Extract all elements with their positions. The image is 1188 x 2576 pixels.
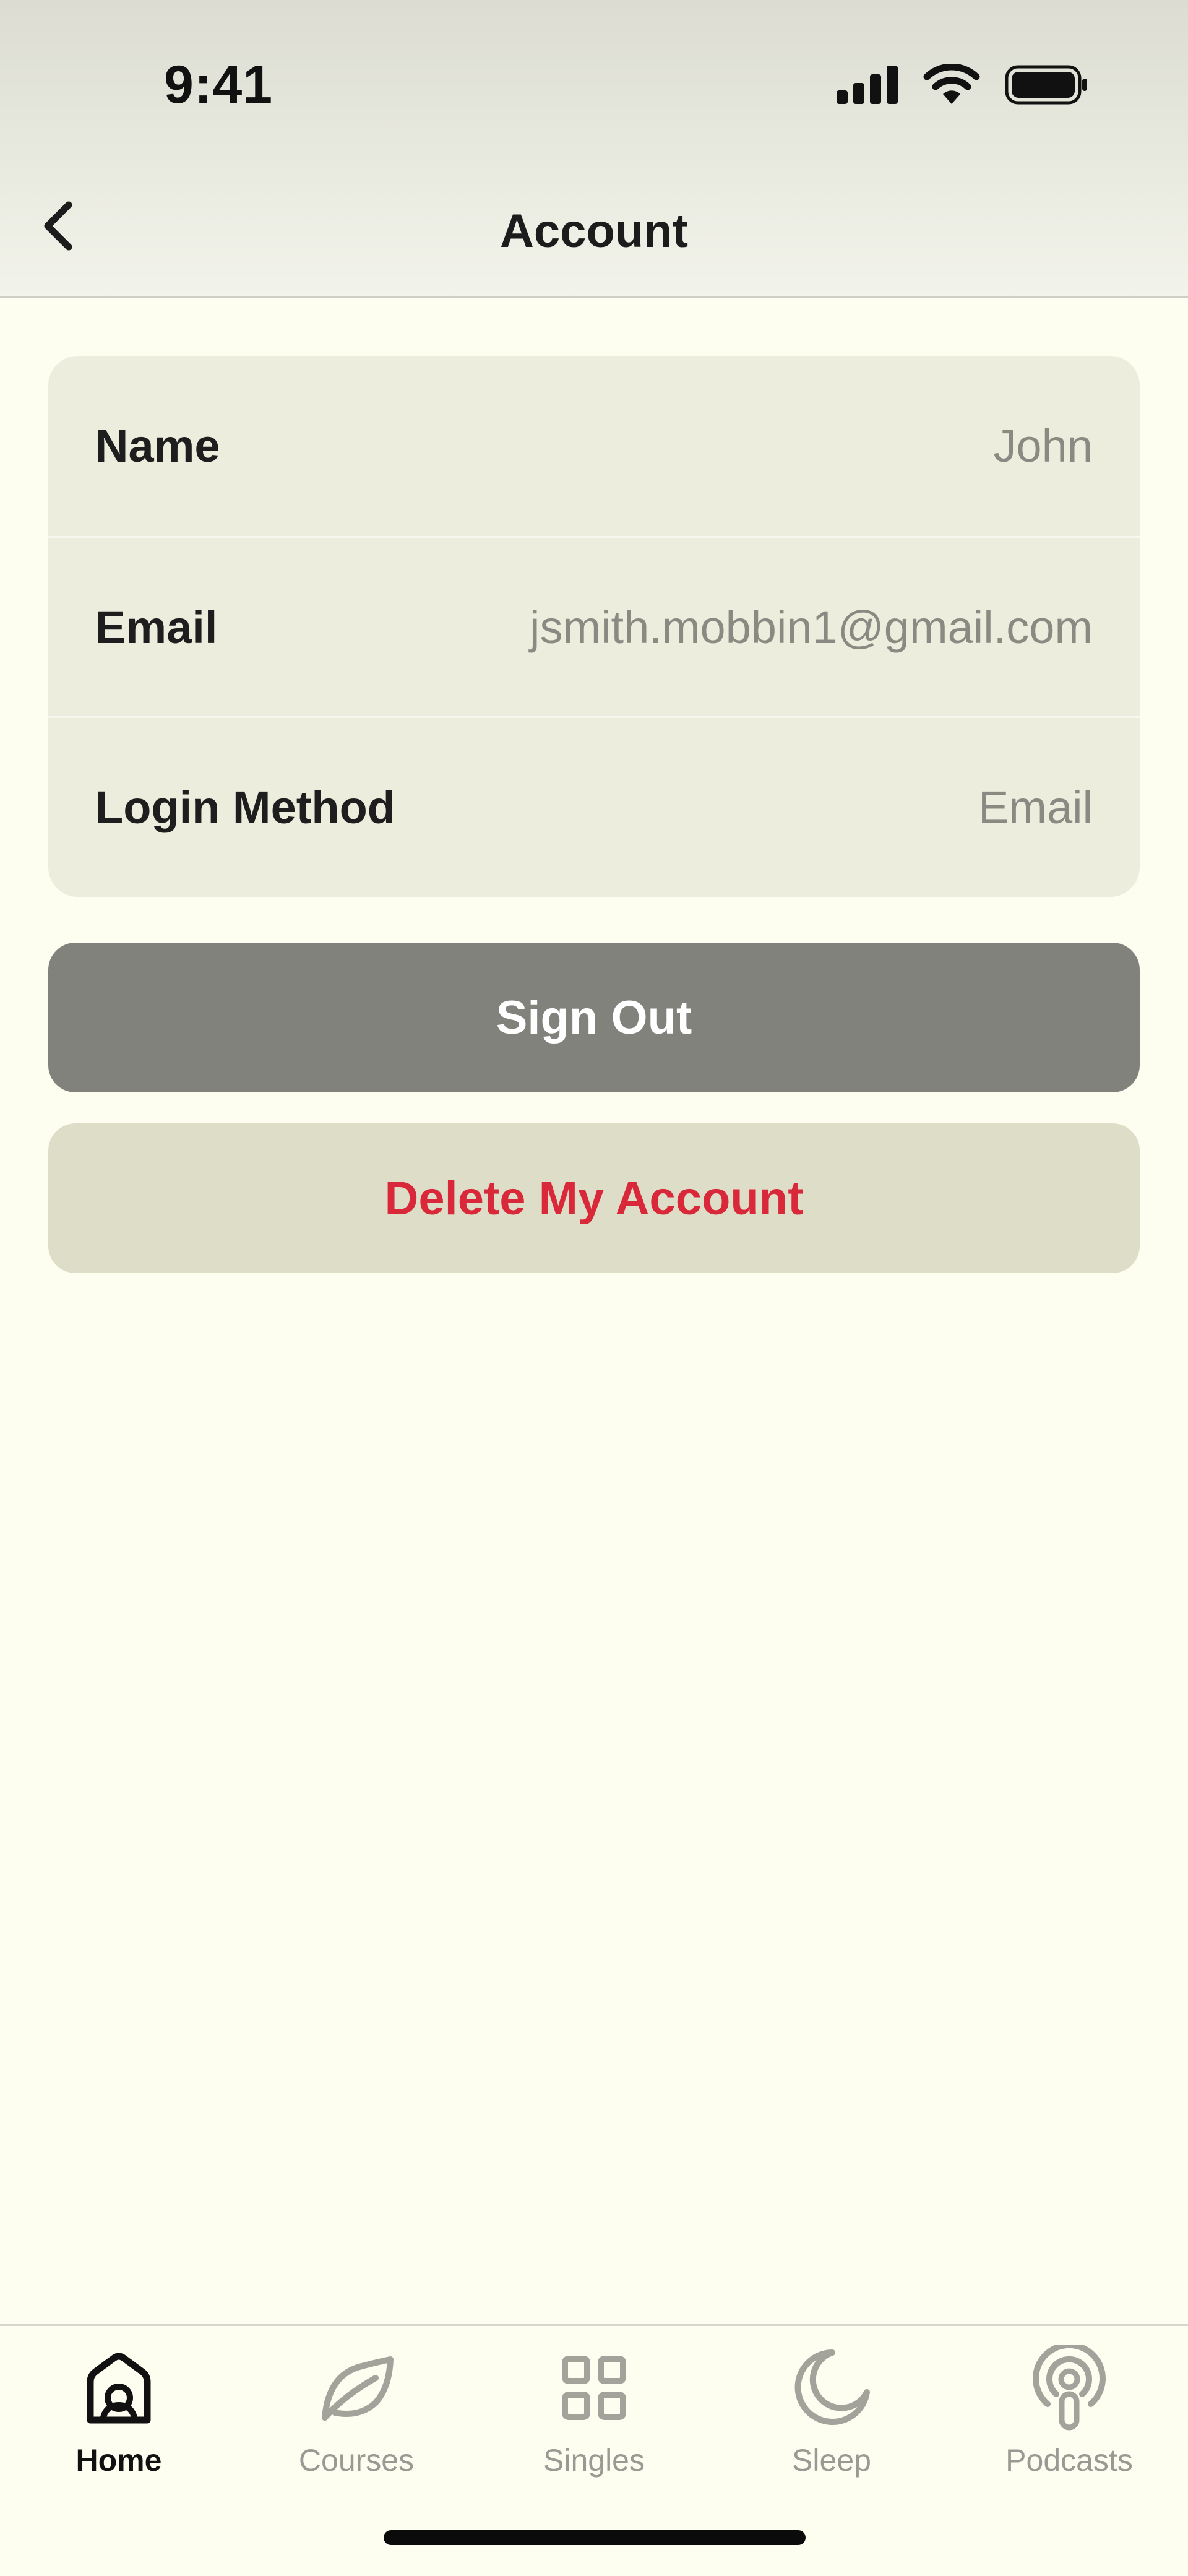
login-method-value: Email [978,781,1093,833]
tab-sleep-label: Sleep [792,2443,871,2478]
tab-sleep[interactable]: Sleep [713,2326,950,2487]
wifi-icon [923,64,980,104]
account-info-card: Name John Email jsmith.mobbin1@gmail.com… [48,356,1140,897]
delete-account-button[interactable]: Delete My Account [48,1123,1140,1273]
name-value: John [993,420,1093,472]
tab-home[interactable]: Home [0,2326,238,2487]
status-icons [837,64,1089,105]
email-value: jsmith.mobbin1@gmail.com [530,601,1093,653]
email-row[interactable]: Email jsmith.mobbin1@gmail.com [48,536,1140,716]
tab-singles[interactable]: Singles [475,2326,713,2487]
tab-podcasts-label: Podcasts [1005,2443,1133,2478]
name-row[interactable]: Name John [48,356,1140,536]
status-time: 9:41 [164,55,273,115]
leaf-icon [322,2356,394,2421]
navigation-header: 9:41 Account [0,0,1188,298]
home-indicator [384,2530,806,2545]
tab-home-label: Home [75,2443,162,2478]
tab-courses-label: Courses [298,2443,415,2478]
tab-courses[interactable]: Courses [238,2326,475,2487]
grid-icon [562,2356,626,2420]
tab-singles-label: Singles [543,2443,645,2478]
cellular-signal-icon [837,66,898,104]
account-screen: 9:41 Account Name John Email jsmith.mobb… [0,0,1188,2576]
home-icon [87,2353,151,2424]
moon-icon [794,2349,870,2425]
battery-icon [1005,65,1087,105]
login-method-row[interactable]: Login Method Email [48,716,1140,896]
email-label: Email [95,601,218,653]
login-method-label: Login Method [95,781,395,833]
podcast-icon [1033,2345,1106,2431]
page-title: Account [500,205,688,257]
tab-podcasts[interactable]: Podcasts [950,2326,1188,2487]
name-label: Name [95,420,220,472]
sign-out-button[interactable]: Sign Out [48,943,1140,1092]
